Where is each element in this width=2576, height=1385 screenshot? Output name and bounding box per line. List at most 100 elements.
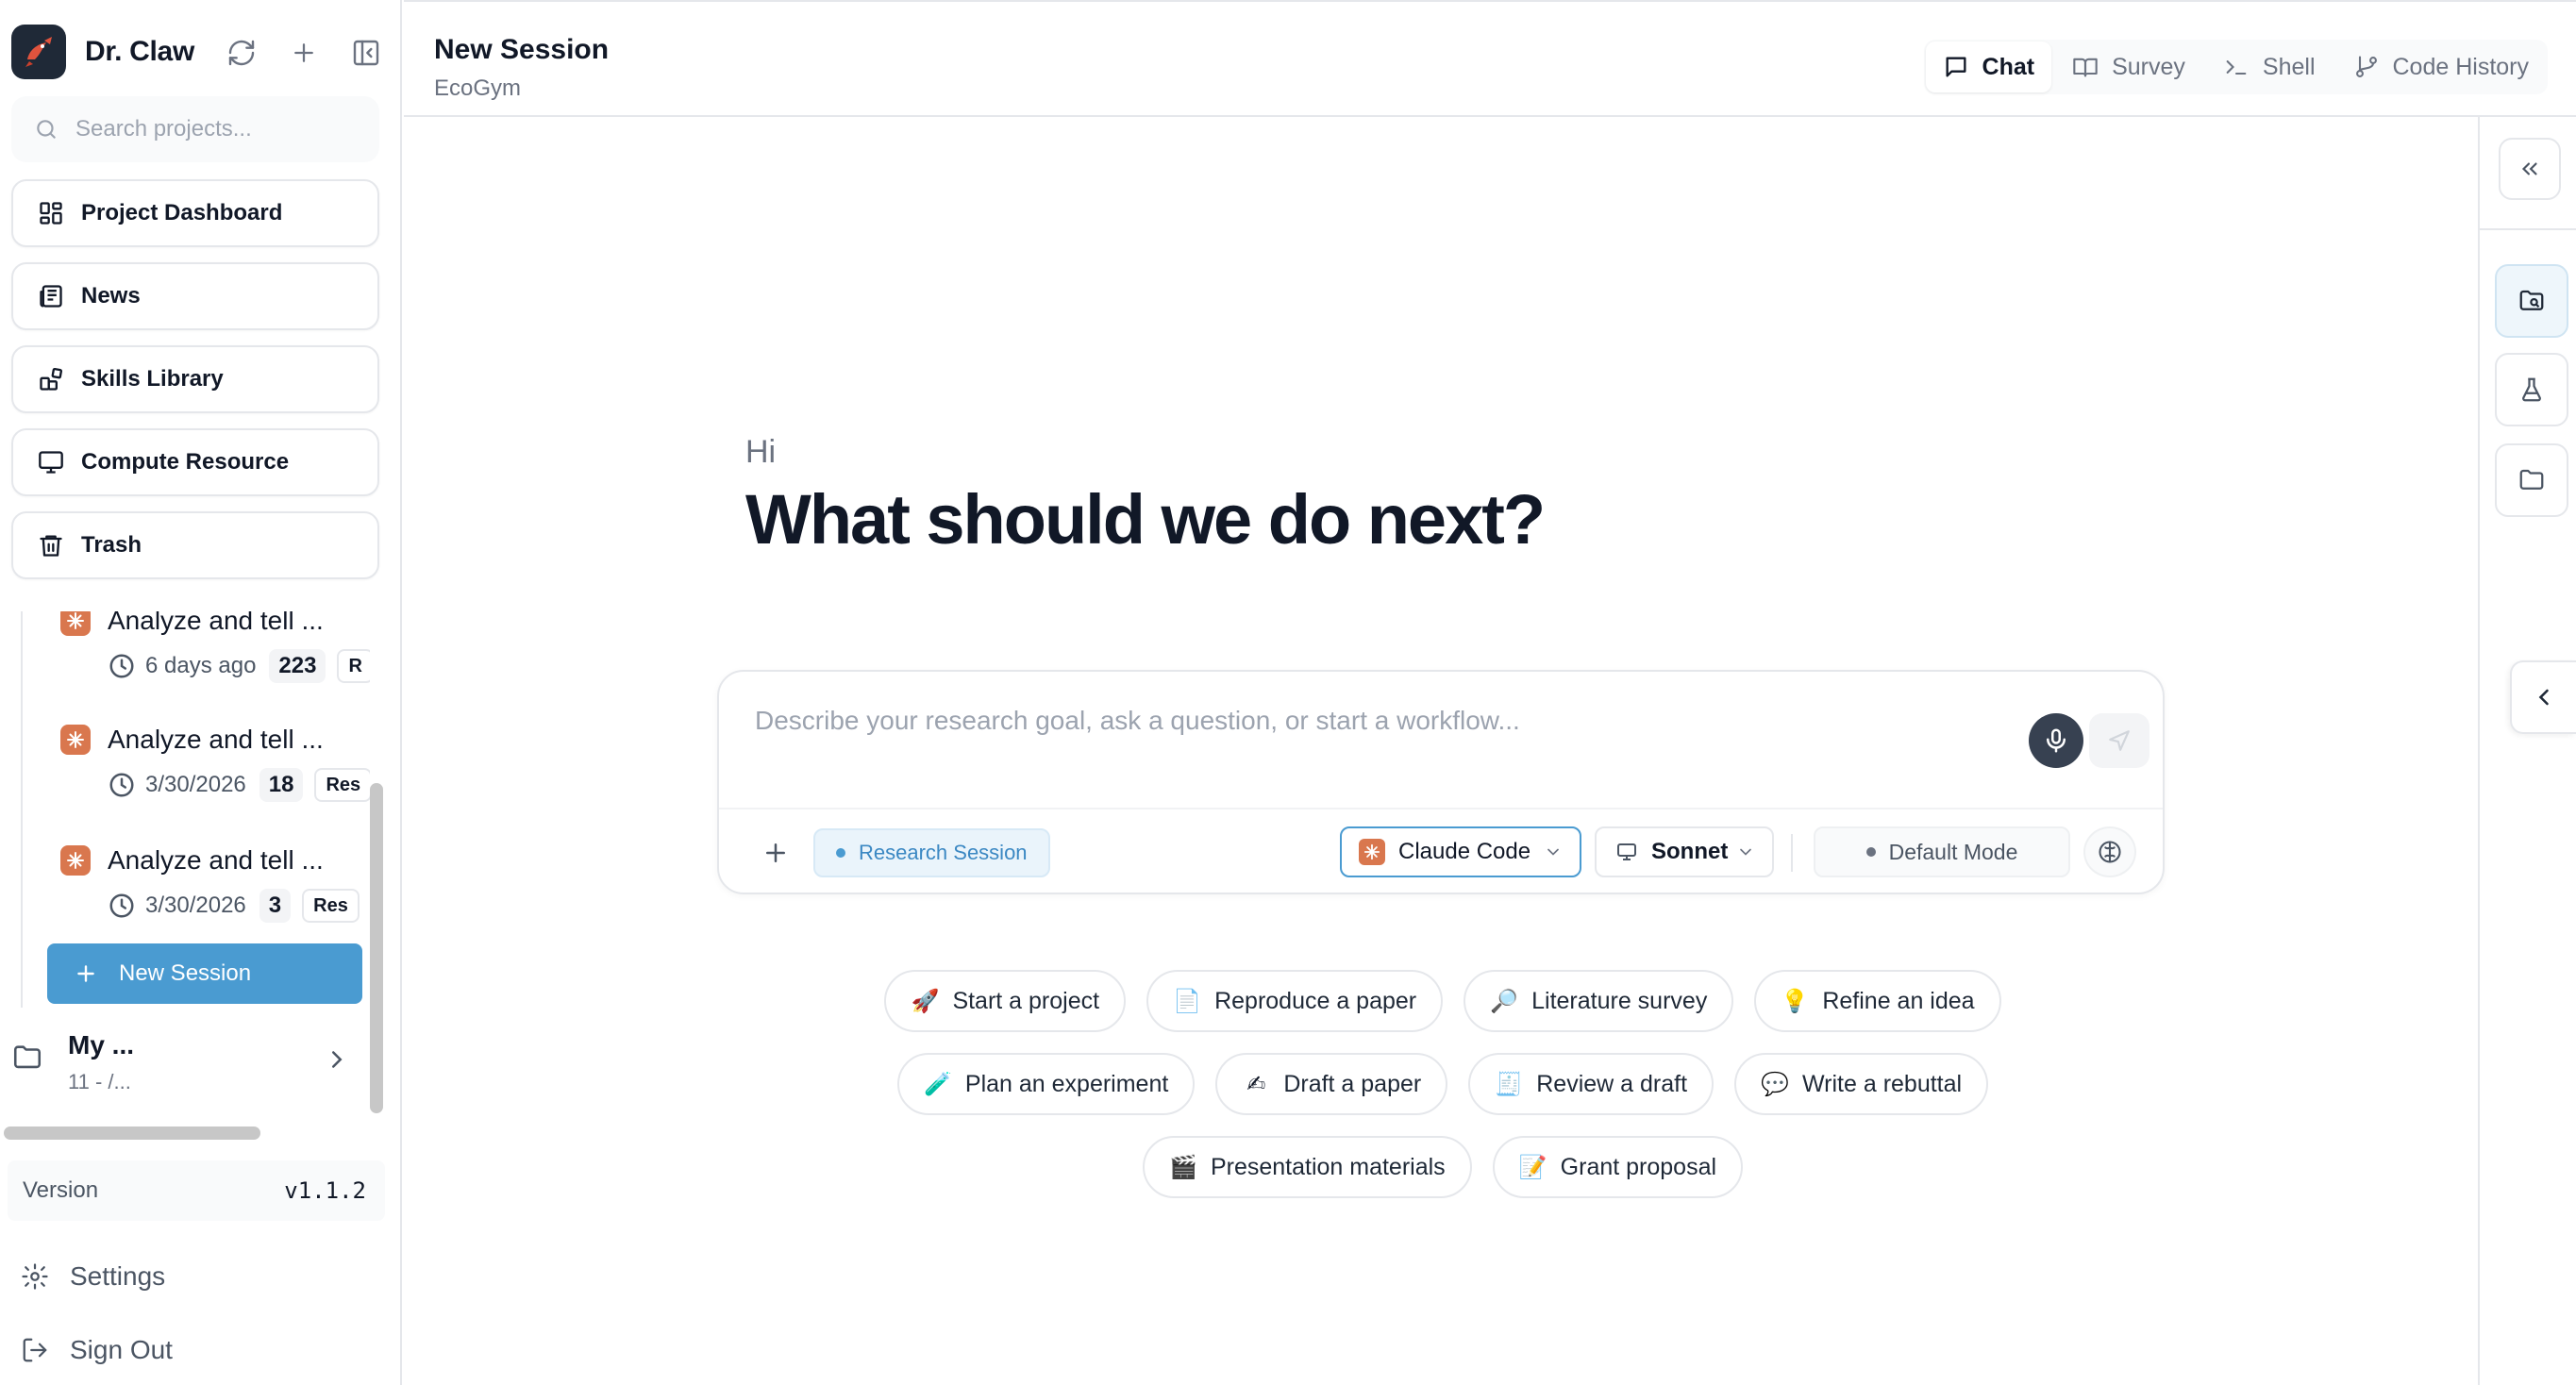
suggestion-chip[interactable]: 💡 Refine an idea [1754,970,2001,1032]
folder-icon [11,1042,43,1074]
nav-project-dashboard[interactable]: Project Dashboard [11,179,379,247]
gear-icon [21,1262,49,1291]
session-type-badge: Res [302,889,360,923]
nav-trash[interactable]: Trash [11,511,379,579]
nav-compute-resource[interactable]: Compute Resource [11,428,379,496]
thinking-toggle-button[interactable] [2083,826,2136,877]
memo-icon: 📝 [1518,1154,1547,1180]
nav-label: Skills Library [81,366,224,392]
suggestion-chip[interactable]: 🔎 Literature survey [1464,970,1734,1032]
session-type-badge: R [337,649,370,683]
model-select[interactable]: Sonnet [1595,826,1774,877]
tab-survey[interactable]: Survey [2055,42,2202,92]
flask-icon [2517,375,2546,404]
horizontal-scrollbar[interactable] [4,1126,260,1140]
project-row[interactable]: My ... 11 - /... [11,1017,370,1111]
monitor-icon [38,449,64,476]
suggestion-chip[interactable]: 🧪 Plan an experiment [896,1053,1196,1115]
lightbulb-icon: 💡 [1781,988,1810,1014]
chip-label: Grant proposal [1560,1153,1717,1180]
brand-name: Dr. Claw [85,36,194,67]
settings-label: Settings [70,1261,166,1291]
suggestion-chip[interactable]: 🚀 Start a project [884,970,1127,1032]
tree-line [21,611,23,1008]
search-input[interactable] [75,116,359,142]
session-date: 3/30/2026 [145,893,246,918]
suggestion-chip[interactable]: 🎬 Presentation materials [1142,1136,1472,1198]
magnifier-icon: 🔎 [1490,988,1519,1014]
status-dot-icon [1865,847,1876,857]
chip-label: Start a project [952,987,1100,1014]
right-rail [2478,117,2576,1385]
sign-out-link[interactable]: Sign Out [21,1327,173,1374]
model-label: Sonnet [1651,839,1729,864]
nav-label: Trash [81,532,142,558]
suggestion-chip[interactable]: 🧾 Review a draft [1468,1053,1715,1115]
chip-label: Review a draft [1536,1070,1688,1097]
search-icon [34,117,59,142]
refresh-icon[interactable] [223,34,260,72]
chip-label: Write a rebuttal [1802,1070,1963,1097]
mode-select[interactable]: Default Mode [1814,826,2070,877]
files-button[interactable] [2495,443,2568,517]
suggestion-chip[interactable]: 💬 Write a rebuttal [1734,1053,1989,1115]
nav-skills-library[interactable]: Skills Library [11,345,379,413]
session-title: Analyze and tell ... [108,845,324,875]
session-type-pill[interactable]: Research Session [813,828,1050,877]
chat-icon [1943,54,1969,80]
suggestion-chip[interactable]: 📄 Reproduce a paper [1146,970,1444,1032]
tab-chat[interactable]: Chat [1925,42,2052,92]
page-title: New Session [434,34,610,65]
experiments-button[interactable] [2495,353,2568,426]
chip-label: Reproduce a paper [1214,987,1417,1014]
microphone-button[interactable] [2029,713,2083,768]
attach-button[interactable] [753,830,798,876]
chip-label: Draft a paper [1283,1070,1422,1097]
session-item[interactable]: Analyze and tell ... 6 days ago 223 R [60,611,370,687]
collapse-panel-button[interactable] [2499,138,2561,200]
greeting-headline: What should we do next? [745,480,1546,559]
book-icon [2072,54,2099,80]
prompt-input[interactable] [755,706,1982,781]
collapse-sidebar-icon[interactable] [347,34,385,72]
sign-out-label: Sign Out [70,1335,173,1364]
file-search-button[interactable] [2495,264,2568,338]
project-session-list: Analyze and tell ... 6 days ago 223 R An… [11,611,370,1116]
brain-icon [2097,839,2123,865]
plus-icon[interactable] [285,34,323,72]
message-count-badge: 3 [259,889,292,923]
new-session-button[interactable]: New Session [47,943,362,1004]
settings-link[interactable]: Settings [21,1253,165,1300]
session-date: 6 days ago [145,653,257,678]
tab-shell[interactable]: Shell [2206,42,2333,92]
vertical-scrollbar[interactable] [370,783,383,1113]
claude-icon [60,845,91,876]
page-subtitle: EcoGym [434,75,522,101]
tab-code-history[interactable]: Code History [2336,42,2547,92]
session-item[interactable]: Analyze and tell ... 3/30/2026 3 Res [60,842,370,926]
suggestion-row: 🎬 Presentation materials 📝 Grant proposal [404,1136,2482,1198]
project-meta: 11 - /... [68,1070,131,1093]
view-tabs: Chat Survey Shell Code History [1923,40,2548,94]
expand-panel-tab[interactable] [2510,660,2576,734]
suggestion-chip[interactable]: 📝 Grant proposal [1492,1136,1744,1198]
rail-divider [2480,228,2576,230]
horizontal-scrollbar-track [4,1123,379,1142]
suggestion-row: 🚀 Start a project 📄 Reproduce a paper 🔎 Lit… [404,970,2482,1032]
message-count-badge: 223 [269,649,326,683]
session-title: Analyze and tell ... [108,725,324,754]
nav-news[interactable]: News [11,262,379,330]
folder-search-icon [2517,287,2546,315]
session-item[interactable]: Analyze and tell ... 3/30/2026 18 Res [60,721,370,806]
claude-icon [60,725,91,755]
monitor-icon [1615,841,1638,863]
suggestion-chip[interactable]: ✍ Draft a paper [1215,1053,1448,1115]
version-value: v1.1.2 [284,1177,366,1204]
send-icon [2107,728,2132,753]
agent-select[interactable]: Claude Code [1340,826,1581,877]
session-date: 3/30/2026 [145,772,246,797]
send-button[interactable] [2089,713,2149,768]
composer-divider [719,808,2163,809]
microphone-icon [2042,726,2070,755]
plus-icon [74,961,98,986]
